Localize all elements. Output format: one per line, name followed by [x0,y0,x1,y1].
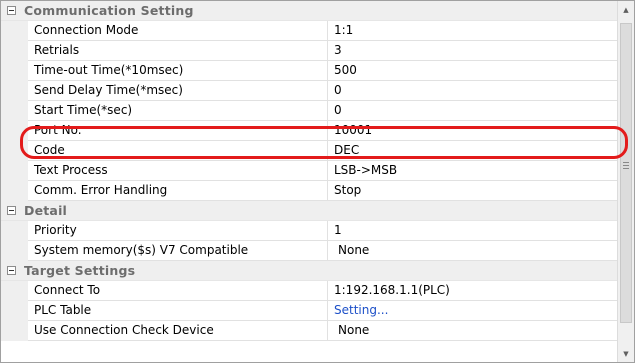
property-name: Connection Mode [28,21,328,41]
property-value[interactable]: Stop [328,181,619,201]
category-label: Communication Setting [24,3,194,18]
property-row-code[interactable]: Code DEC [1,141,619,161]
property-value[interactable]: 3 [328,41,619,61]
property-value[interactable]: 500 [328,61,619,81]
property-grid-window: Communication Setting Connection Mode 1:… [0,0,635,363]
property-row-timeout-time[interactable]: Time-out Time(*10msec) 500 [1,61,619,81]
property-row-text-process[interactable]: Text Process LSB->MSB [1,161,619,181]
scroll-up-arrow-icon[interactable]: ▲ [618,1,634,18]
collapse-icon[interactable] [4,1,18,21]
property-name: Code [28,141,328,161]
property-name: Time-out Time(*10msec) [28,61,328,81]
property-grid: Communication Setting Connection Mode 1:… [1,1,619,362]
property-value[interactable]: None [328,321,619,341]
property-value[interactable]: 0 [328,81,619,101]
property-row-plc-table[interactable]: PLC Table Setting... [1,301,619,321]
plc-table-setting-link[interactable]: Setting... [328,301,619,321]
property-value[interactable]: DEC [328,141,619,161]
property-value[interactable]: 10001 [328,121,619,141]
property-value[interactable]: 1:192.168.1.1(PLC) [328,281,619,301]
property-name: Port No. [28,121,328,141]
scrollbar-thumb[interactable] [620,23,632,323]
scroll-down-arrow-icon[interactable]: ▼ [618,345,634,362]
property-row-use-connection-check-device[interactable]: Use Connection Check Device None [1,321,619,341]
property-row-retrials[interactable]: Retrials 3 [1,41,619,61]
grip-icon [623,162,629,169]
category-label: Detail [24,203,68,218]
property-row-start-time[interactable]: Start Time(*sec) 0 [1,101,619,121]
property-row-connection-mode[interactable]: Connection Mode 1:1 [1,21,619,41]
property-value[interactable]: LSB->MSB [328,161,619,181]
property-name: Start Time(*sec) [28,101,328,121]
collapse-icon[interactable] [4,201,18,221]
collapse-icon[interactable] [4,261,18,281]
property-row-port-no[interactable]: Port No. 10001 [1,121,619,141]
vertical-scrollbar[interactable]: ▲ ▼ [617,1,634,362]
property-name: Send Delay Time(*msec) [28,81,328,101]
property-name: Retrials [28,41,328,61]
property-value[interactable]: 1 [328,221,619,241]
property-value[interactable]: None [328,241,619,261]
property-row-send-delay-time[interactable]: Send Delay Time(*msec) 0 [1,81,619,101]
property-name: PLC Table [28,301,328,321]
category-detail[interactable]: Detail [1,201,619,221]
category-target-settings[interactable]: Target Settings [1,261,619,281]
property-name: System memory($s) V7 Compatible [28,241,328,261]
property-row-comm-error-handling[interactable]: Comm. Error Handling Stop [1,181,619,201]
property-value[interactable]: 1:1 [328,21,619,41]
property-row-system-memory-compatible[interactable]: System memory($s) V7 Compatible None [1,241,619,261]
property-name: Use Connection Check Device [28,321,328,341]
property-name: Connect To [28,281,328,301]
property-name: Text Process [28,161,328,181]
property-name: Comm. Error Handling [28,181,328,201]
property-name: Priority [28,221,328,241]
property-row-priority[interactable]: Priority 1 [1,221,619,241]
property-value[interactable]: 0 [328,101,619,121]
category-communication-setting[interactable]: Communication Setting [1,1,619,21]
category-label: Target Settings [24,263,136,278]
property-row-connect-to[interactable]: Connect To 1:192.168.1.1(PLC) [1,281,619,301]
